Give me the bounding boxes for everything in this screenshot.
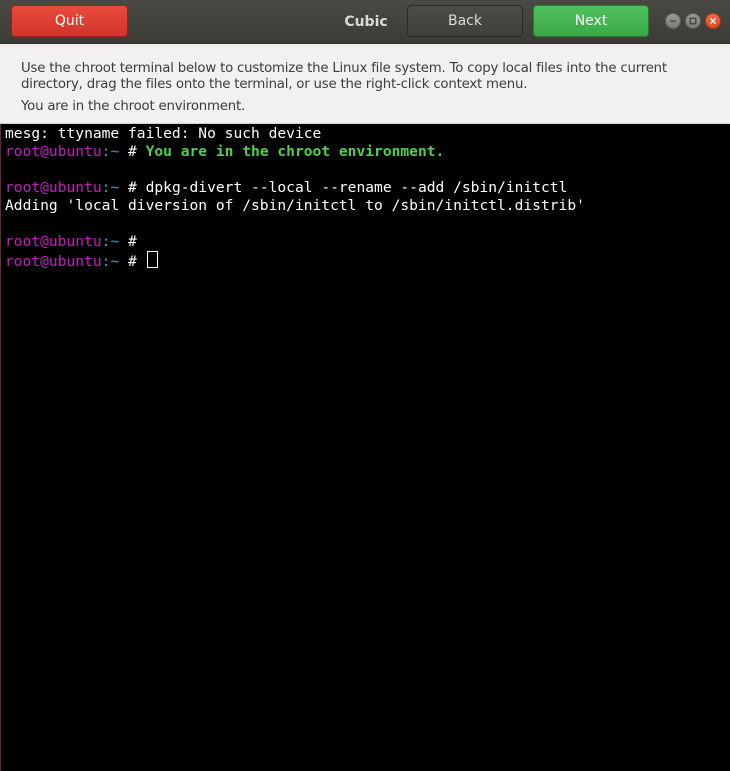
maximize-icon[interactable] bbox=[685, 13, 701, 29]
prompt-user: root@ubuntu bbox=[5, 253, 102, 270]
info-panel: Use the chroot terminal below to customi… bbox=[0, 44, 730, 124]
terminal-line: Adding 'local diversion of /sbin/initctl… bbox=[5, 197, 730, 215]
prompt-path: :~ bbox=[101, 253, 120, 270]
prompt-symbol: # bbox=[119, 233, 137, 250]
minimize-icon[interactable] bbox=[665, 13, 681, 29]
prompt-symbol: # bbox=[119, 253, 146, 270]
instructions-text: Use the chroot terminal below to customi… bbox=[21, 61, 667, 92]
terminal-line: root@ubuntu:~ # You are in the chroot en… bbox=[5, 143, 730, 161]
terminal-output: Adding 'local diversion of /sbin/initctl… bbox=[5, 197, 585, 214]
prompt-user: root@ubuntu bbox=[5, 233, 102, 250]
quit-button[interactable]: Quit bbox=[11, 5, 128, 37]
status-text: You are in the chroot environment. bbox=[21, 99, 246, 114]
next-button[interactable]: Next bbox=[533, 5, 649, 37]
chroot-terminal[interactable]: mesg: ttyname failed: No such device root… bbox=[0, 124, 730, 771]
terminal-line: root@ubuntu:~ # bbox=[5, 251, 730, 270]
prompt-symbol: # bbox=[119, 143, 146, 160]
close-icon[interactable] bbox=[705, 13, 721, 29]
terminal-line: root@ubuntu:~ # bbox=[5, 233, 730, 251]
header-bar: Quit Cubic Back Next bbox=[0, 0, 730, 44]
prompt-path: :~ bbox=[101, 233, 120, 250]
terminal-cursor bbox=[146, 251, 158, 268]
back-button[interactable]: Back bbox=[407, 5, 523, 37]
terminal-command: dpkg-divert --local --rename --add /sbin… bbox=[145, 179, 568, 196]
window-title: Cubic bbox=[344, 13, 388, 30]
prompt-path: :~ bbox=[101, 179, 120, 196]
prompt-user: root@ubuntu bbox=[5, 143, 102, 160]
prompt-symbol: # bbox=[119, 179, 146, 196]
terminal-line: root@ubuntu:~ # dpkg-divert --local --re… bbox=[5, 179, 730, 197]
terminal-output: mesg: ttyname failed: No such device bbox=[5, 125, 322, 142]
terminal-command: You are in the chroot environment. bbox=[145, 143, 445, 160]
prompt-user: root@ubuntu bbox=[5, 179, 102, 196]
terminal-line: mesg: ttyname failed: No such device bbox=[5, 125, 730, 143]
prompt-path: :~ bbox=[101, 143, 120, 160]
cubic-window: Quit Cubic Back Next Use the chroot term… bbox=[0, 0, 730, 771]
